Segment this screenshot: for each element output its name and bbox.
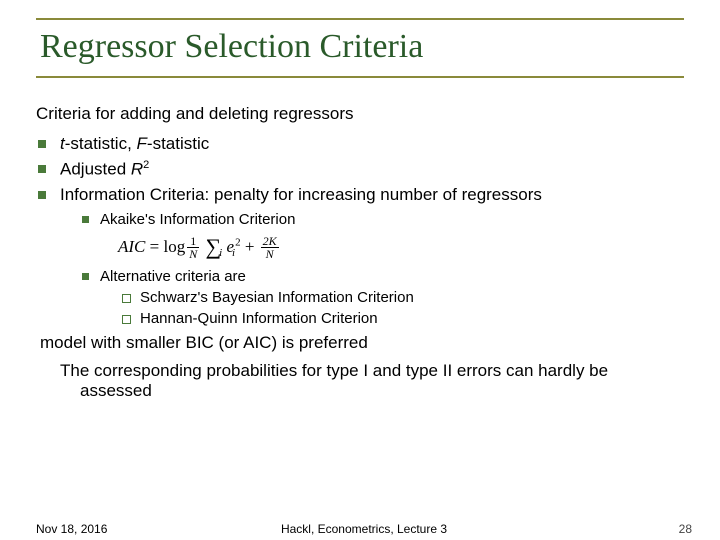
denominator: N	[187, 248, 199, 260]
text: -statistic	[147, 134, 209, 153]
sum-subscript: i	[219, 247, 222, 259]
plus: +	[241, 237, 259, 256]
fraction-2k-over-n: 2KN	[261, 235, 279, 260]
text: Akaike's Information Criterion	[100, 211, 295, 228]
bullet-list-level1: t-statistic, F-statistic Adjusted R2 Inf…	[36, 134, 684, 327]
bullet-list-level3: Schwarz's Bayesian Information Criterion…	[100, 289, 684, 327]
italic-f: F	[137, 134, 147, 153]
footer-center: Hackl, Econometrics, Lecture 3	[36, 522, 692, 536]
text: Hannan-Quinn Information Criterion	[140, 310, 378, 327]
formula-text: AIC = log1N ∑i ei2 + 2KN	[118, 237, 281, 256]
footer-page-number: 28	[679, 522, 692, 536]
e-subscript: i	[232, 247, 235, 259]
superscript-2: 2	[143, 159, 149, 171]
text: Alternative criteria are	[100, 268, 246, 285]
title-bar: Regressor Selection Criteria	[36, 18, 684, 78]
bullet-list-level2: Akaike's Information Criterion AIC = log…	[60, 211, 684, 328]
list-item: Information Criteria: penalty for increa…	[38, 185, 684, 328]
eq-log: = log	[145, 237, 185, 256]
list-item: t-statistic, F-statistic	[38, 134, 684, 154]
slide-title: Regressor Selection Criteria	[40, 28, 684, 66]
text: -statistic,	[65, 134, 137, 153]
fraction-1-over-n: 1N	[187, 235, 199, 260]
closing-text-1: model with smaller BIC (or AIC) is prefe…	[36, 333, 684, 353]
list-item: Alternative criteria are Schwarz's Bayes…	[82, 268, 684, 327]
italic-r: R	[131, 160, 143, 179]
text: Schwarz's Bayesian Information Criterion	[140, 289, 414, 306]
list-item: Akaike's Information Criterion AIC = log…	[82, 211, 684, 261]
text: Information Criteria: penalty for increa…	[60, 185, 542, 204]
text: Adjusted	[60, 160, 131, 179]
closing-text-2: The corresponding probabilities for type…	[56, 361, 684, 401]
denominator: N	[261, 248, 279, 260]
intro-text: Criteria for adding and deleting regress…	[36, 104, 684, 124]
list-item: Adjusted R2	[38, 159, 684, 180]
aic-label: AIC	[118, 237, 145, 256]
aic-formula: AIC = log1N ∑i ei2 + 2KN	[118, 234, 684, 261]
list-item: Hannan-Quinn Information Criterion	[122, 310, 684, 327]
list-item: Schwarz's Bayesian Information Criterion	[122, 289, 684, 306]
